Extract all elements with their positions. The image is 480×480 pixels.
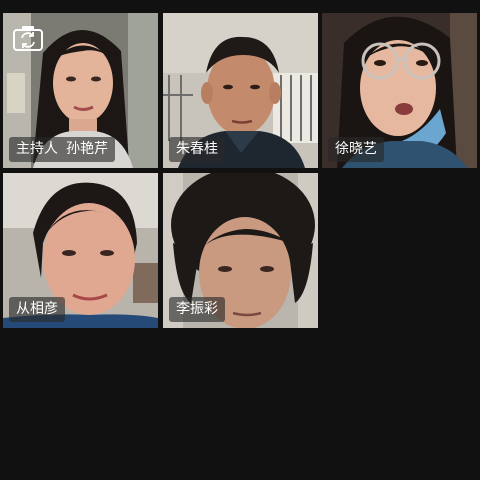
video-tile-participant-2[interactable]: 朱春桂: [163, 13, 318, 168]
participant-name-tag: 从相彦: [9, 297, 65, 322]
video-tile-participant-5[interactable]: 李振彩: [163, 173, 318, 328]
camera-switch-button[interactable]: [11, 23, 45, 53]
video-conference-grid: 主持人 孙艳芹 朱春桂 徐晓艺 从相彦 李振彩: [0, 0, 480, 480]
video-tile-participant-3[interactable]: 徐晓艺: [322, 13, 477, 168]
video-tile-host[interactable]: 主持人 孙艳芹: [3, 13, 158, 168]
participant-name: 孙艳芹: [66, 141, 108, 157]
participant-name: 从相彦: [16, 301, 58, 317]
video-tile-participant-4[interactable]: 从相彦: [3, 173, 158, 328]
camera-switch-icon: [13, 26, 43, 51]
participant-name-tag: 主持人 孙艳芹: [9, 137, 115, 162]
participant-name-tag: 李振彩: [169, 297, 225, 322]
participant-name-tag: 朱春桂: [169, 137, 225, 162]
participant-name: 朱春桂: [176, 141, 218, 157]
host-role-label: 主持人: [16, 141, 58, 157]
participant-name: 徐晓艺: [335, 141, 377, 157]
participant-name: 李振彩: [176, 301, 218, 317]
participant-name-tag: 徐晓艺: [328, 137, 384, 162]
